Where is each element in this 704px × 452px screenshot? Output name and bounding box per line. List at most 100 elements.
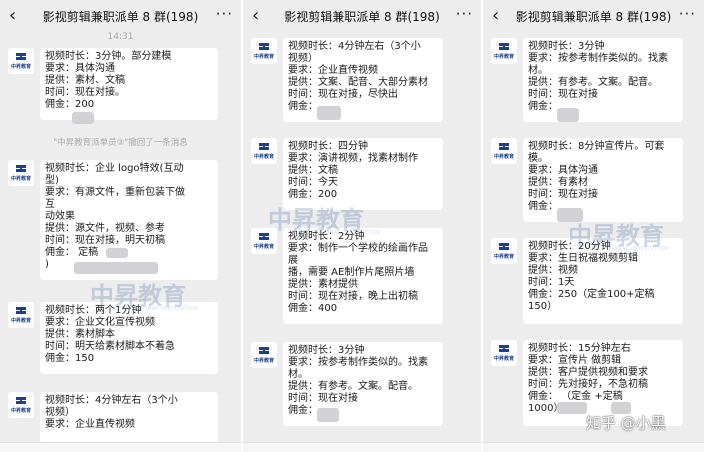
message-line: 播，需要 AE制作片尾照片墙 [288,267,415,278]
message-line: 展 [288,255,298,266]
message-line: 要求：企业直传视频 [288,65,378,76]
message-line: 要求：企业文化宣传视频 [45,317,155,328]
timestamp: 14:31 [107,32,134,42]
chat-title: 影视剪辑兼职派单 8 群(198) [42,10,199,24]
input-bar[interactable] [483,442,704,452]
message-line: 佣金： （定金 +定稿 [528,391,623,402]
message-line: 佣金： [288,101,318,112]
avatar[interactable]: 中昇教育 [491,138,517,164]
message-line: 佣金：400 [288,303,338,314]
avatar[interactable]: 中昇教育 [8,160,34,186]
message-line: 视频） [45,407,75,418]
message-line: 提供：源文件，视频、参考 [45,223,165,234]
message-bubble[interactable]: 视频时长：4分钟左右（3个小 视频） 要求：企业直传视频 提供：文案、配音、大部… [283,38,443,122]
message-line: 提供：素材脚本 [45,329,115,340]
watermark-subtext: EDUCATIONAL INSTITUTION [588,246,669,252]
message-line: 要求：具体沟通 [45,63,115,74]
avatar[interactable]: 中昇教育 [8,392,34,418]
message-line: 视频时长：8分钟宣传片。可套 [528,141,665,152]
watermark-subtext: EDUCATIONAL INSTITUTION [300,230,381,236]
message-line: 佣金： [528,201,558,212]
message-line: 视频时长：3分钟。部分建模 [45,51,172,62]
avatar[interactable]: 中昇教育 [8,48,34,74]
avatar-label: 中昇教育 [253,54,274,60]
zhihu-watermark: 知乎 @小黑 [586,414,666,432]
message-line: 提供：素材提供 [288,279,358,290]
message-bubble[interactable]: 视频时长：4分钟左右（3个小 视频） 要求：企业直传视频 [40,392,218,444]
message-line: 提供：有参考。文案。配音。 [288,381,418,392]
chat-panel-1: ‹ 影视剪辑兼职派单 8 群(198) ··· 14:31 中昇教育 视频时长：… [0,0,241,452]
avatar[interactable]: 中昇教育 [491,38,517,64]
chat-title: 影视剪辑兼职派单 8 群(198) [515,10,672,24]
message-line: 要求：制作一个学校的绘画作品 [288,243,428,254]
message-bubble[interactable]: 视频时长：8分钟宣传片。可套 模。 要求：具体沟通 提供：有素材 时间：现在对接… [523,138,683,222]
avatar-label: 中昇教育 [10,408,31,414]
avatar[interactable]: 中昇教育 [491,340,517,366]
redaction-blur [72,112,94,124]
input-bar[interactable] [0,442,241,452]
message-line: 时间：现在对接，尽快出 [288,89,398,100]
message-line: 视频） [288,53,318,64]
recall-notice: "中昇教育派单员③"撤回了一条消息 [53,138,188,148]
message-line: 互 [45,199,55,210]
message-line: 时间：今天 [288,177,338,188]
message-line: 时间：先对接好，不急初稿 [528,379,648,390]
message-line: 提供：视频 [528,265,578,276]
logo-icon [499,43,509,50]
avatar-label: 中昇教育 [493,54,514,60]
avatar[interactable]: 中昇教育 [251,38,277,64]
avatar[interactable]: 中昇教育 [251,342,277,368]
redaction-blur [557,402,587,414]
chat-header: ‹ 影视剪辑兼职派单 8 群(198) ··· [0,0,241,32]
more-options-icon[interactable]: ··· [679,6,696,22]
logo-icon [259,347,269,354]
message-line: 要求：有源文件，重新包装下做 [45,187,185,198]
message-bubble[interactable]: 视频时长：两个1分钟 要求：企业文化宣传视频 提供：素材脚本 时间：明天给素材脚… [40,302,218,374]
logo-icon [259,43,269,50]
message-line: 时间：现在对接，晚上出初稿 [288,291,418,302]
avatar[interactable]: 中昇教育 [491,238,517,264]
message-line: 型) [45,175,59,186]
message-line: 材。 [288,369,308,380]
logo-icon [499,345,509,352]
logo-icon [16,307,26,314]
avatar-label: 中昇教育 [10,318,31,324]
avatar-label: 中昇教育 [493,254,514,260]
message-bubble[interactable]: 视频时长：2分钟 要求：制作一个学校的绘画作品 展 播，需要 AE制作片尾照片墙… [283,228,443,324]
message-line: 视频时长：3分钟 [528,41,605,52]
message-line: 提供：客户提供视频和要求 [528,367,648,378]
redaction-blur [557,108,579,122]
avatar-label: 中昇教育 [253,358,274,364]
message-line: 佣金：250（定金100+定稿 [528,289,655,300]
message-bubble[interactable]: 视频时长：3分钟 要求：按参考制作类似的。找素 材。 提供：有参考。文案。配音。… [283,342,443,426]
message-line: 时间：1天 [528,277,575,288]
message-line: 视频时长：企业 logo特效(互动 [45,163,184,174]
message-line: 提供：有参考。文案。配音。 [528,77,658,88]
chat-title: 影视剪辑兼职派单 8 群(198) [284,10,440,24]
avatar[interactable]: 中昇教育 [8,302,34,328]
message-line: 动效果 [45,211,75,222]
message-bubble[interactable]: 视频时长：3分钟 要求：按参考制作类似的。找素 材。 提供：有参考。文案。配音。… [523,38,683,122]
redaction-blur [317,408,339,422]
logo-icon [16,53,26,60]
message-line: 视频时长：3分钟 [288,345,365,356]
logo-icon [499,143,509,150]
input-bar[interactable] [243,442,481,452]
logo-icon [499,243,509,250]
avatar-label: 中昇教育 [493,356,514,362]
message-line: 要求：宣传片 做剪辑 [528,355,622,366]
more-options-icon[interactable]: ··· [216,6,233,22]
message-line: 要求：生日祝福视频剪辑 [528,253,638,264]
more-options-icon[interactable]: ··· [456,6,473,22]
message-line: 时间：现在对接 [528,89,598,100]
message-line: 要求：演讲视频，找素材制作 [288,153,418,164]
message-line: 时间：现在对接，明天初稿 [45,235,165,246]
message-line: 时间：明天给素材脚本不着急 [45,341,175,352]
message-line: 佣金：150 [45,353,95,364]
chat-header: ‹ 影视剪辑兼职派单 8 群(198) ··· [243,0,481,32]
message-bubble[interactable]: 视频时长：3分钟。部分建模 要求：具体沟通 提供：素材、文稿 时间：现在对接。 … [40,48,218,120]
redaction-blur [106,248,128,258]
logo-icon [16,397,26,404]
avatar-label: 中昇教育 [253,154,274,160]
avatar[interactable]: 中昇教育 [251,138,277,164]
